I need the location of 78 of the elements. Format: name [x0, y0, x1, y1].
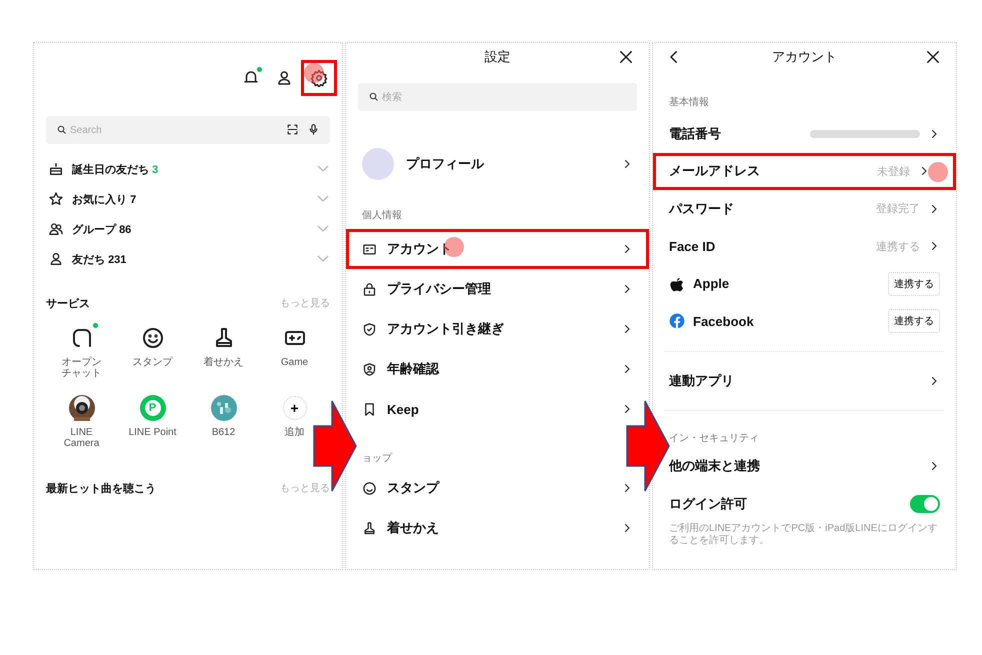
row-label[interactable]: パスワード	[669, 200, 734, 216]
screen-title: 設定	[484, 48, 510, 66]
toggle-switch[interactable]	[910, 494, 940, 513]
service-label[interactable]: LINE Camera	[64, 427, 100, 449]
row-label[interactable]: Apple	[693, 276, 730, 292]
chevron-down-icon	[316, 164, 330, 174]
friend-group-label[interactable]: 誕生日の友だち 3	[72, 162, 308, 176]
lock-icon	[362, 282, 377, 296]
cake-icon	[48, 161, 64, 177]
settings-icon	[310, 69, 328, 87]
section-title: ョップ	[361, 452, 394, 466]
service-label[interactable]: オープン チャット	[62, 357, 102, 379]
tap-marker	[304, 63, 324, 83]
row-label[interactable]: Facebook	[693, 314, 754, 329]
row-label[interactable]: 着せかえ	[387, 520, 439, 535]
section-title: 基本情報	[668, 96, 710, 110]
profile-label[interactable]: プロフィール	[406, 155, 609, 173]
chevron-down-icon	[316, 224, 330, 234]
star-icon	[48, 191, 64, 207]
row-label[interactable]: スタンプ	[387, 480, 439, 495]
description-text: ご利用のLINEアカウントでPC版・iPad版LINEにログインすることを許可します。	[668, 522, 938, 546]
bookmark-icon	[362, 402, 377, 416]
microphone-icon	[307, 123, 320, 136]
search-field[interactable]: 検索	[358, 83, 637, 111]
service-label[interactable]: Game	[280, 357, 308, 368]
scan-icon	[286, 123, 299, 136]
service-label[interactable]: 追加	[284, 427, 304, 438]
apple-icon	[669, 276, 685, 292]
chevron-down-icon	[316, 254, 330, 264]
row-label[interactable]: アカウント	[387, 241, 452, 256]
add-button[interactable]: +	[282, 396, 306, 420]
row-value: 登録完了	[876, 202, 920, 216]
section-title: イン・セキュリティ	[668, 432, 760, 446]
row-label[interactable]: 連動アプリ	[669, 372, 734, 388]
people-icon	[48, 221, 64, 237]
row-label[interactable]: ログイン許可	[669, 496, 747, 511]
close-icon	[617, 48, 635, 66]
link-button[interactable]: 連携する	[888, 309, 940, 334]
chevron-down-icon	[316, 194, 330, 204]
service-label[interactable]: B612	[212, 427, 236, 438]
notification-dot	[257, 67, 262, 72]
smiley-icon	[140, 326, 164, 350]
row-value: 未登録	[877, 164, 910, 179]
smiley-icon	[362, 480, 377, 496]
badge-person-icon	[362, 362, 377, 376]
tap-marker	[444, 237, 464, 257]
row-label[interactable]: メールアドレス	[669, 163, 760, 178]
id-card-icon	[362, 242, 377, 256]
shield-icon	[362, 322, 377, 336]
screen-title: アカウント	[772, 48, 837, 66]
service-label[interactable]: スタンプ	[132, 357, 172, 368]
close-button[interactable]	[924, 48, 942, 66]
service-label[interactable]: 着せかえ	[204, 357, 244, 368]
section-title: 最新ヒット曲を聴こう	[46, 482, 156, 496]
row-label[interactable]: プライバシー管理	[387, 281, 491, 296]
brush-icon	[362, 520, 377, 536]
row-label[interactable]: Keep	[387, 402, 419, 416]
row-label[interactable]: アカウント引き継ぎ	[387, 321, 504, 336]
search-icon	[56, 124, 67, 135]
row-label[interactable]: 年齢確認	[387, 361, 439, 376]
search-field[interactable]: Search	[46, 116, 330, 144]
close-icon	[924, 48, 942, 66]
section-title: 個人情報	[361, 208, 403, 223]
row-value: 連携する	[876, 240, 920, 254]
friend-group-label[interactable]: 友だち 231	[72, 252, 308, 266]
row-label[interactable]: Face ID	[669, 238, 716, 254]
section-title: サービス	[46, 296, 90, 310]
row-label[interactable]: 他の端末と連携	[669, 458, 760, 474]
close-button[interactable]	[617, 48, 635, 66]
row-label[interactable]: 電話番号	[669, 126, 721, 141]
facebook-icon	[669, 313, 685, 330]
person-icon	[48, 251, 64, 267]
service-label[interactable]: LINE Point	[128, 427, 176, 438]
friend-group-label[interactable]: お気に入り 7	[72, 192, 308, 206]
friend-group-label[interactable]: グループ 86	[72, 222, 308, 236]
search-icon	[368, 91, 379, 102]
tap-marker	[928, 162, 948, 182]
link-button[interactable]: 連携する	[888, 272, 940, 296]
